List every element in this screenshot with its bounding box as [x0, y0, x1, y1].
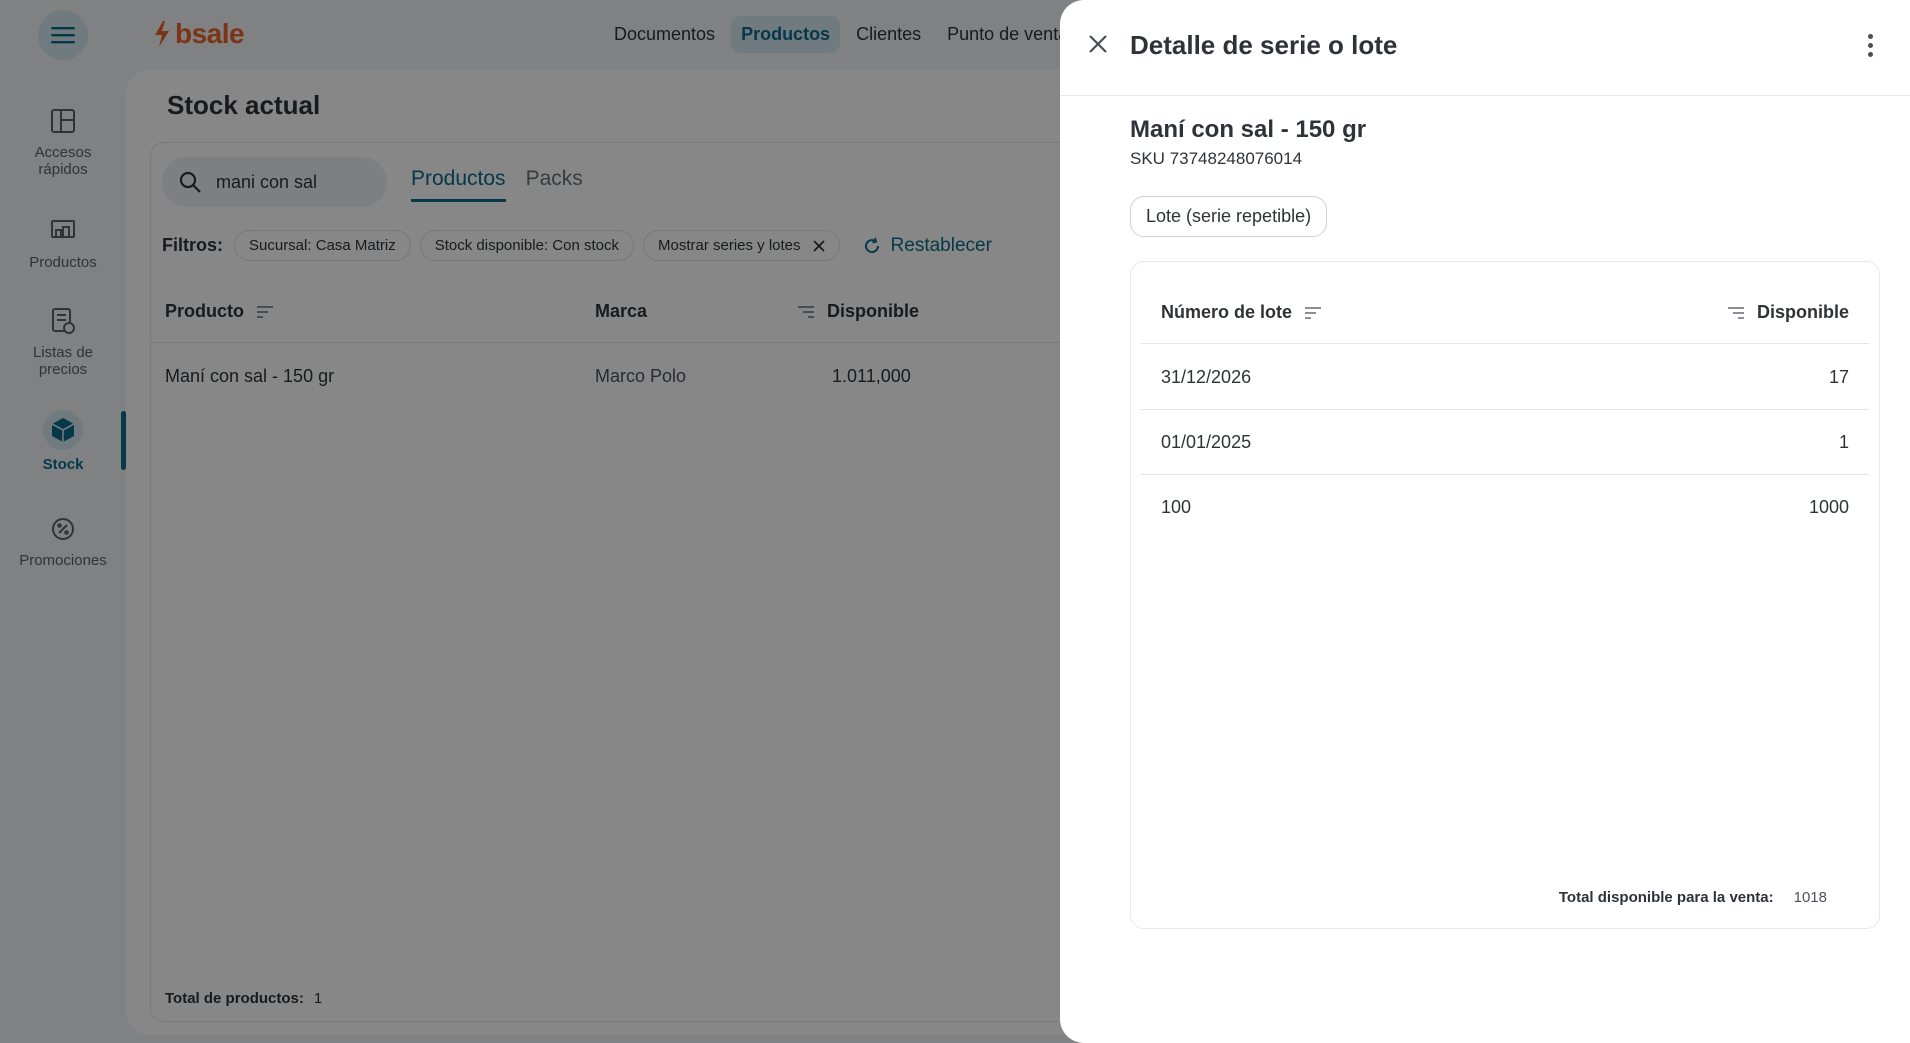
lot-number: 31/12/2026: [1161, 367, 1252, 387]
lot-number: 01/01/2025: [1161, 432, 1252, 452]
lot-table-card: Número de lote Disponible 31/12/2026 17 …: [1130, 261, 1880, 929]
lot-total-value: 1018: [1793, 889, 1827, 906]
lot-detail-drawer: Detalle de serie o lote Maní con sal - 1…: [1060, 0, 1910, 1043]
more-options-button[interactable]: [1860, 28, 1880, 62]
drawer-title: Detalle de serie o lote: [1130, 30, 1398, 60]
lot-total-label: Total disponible para la venta:: [1558, 889, 1774, 906]
lot-row: 100 1000: [1141, 475, 1869, 540]
lot-available: 1: [1838, 432, 1849, 452]
lot-row: 31/12/2026 17: [1141, 345, 1869, 410]
lot-number: 100: [1161, 497, 1192, 517]
column-numero-lote[interactable]: Número de lote: [1161, 302, 1322, 323]
lot-available: 1000: [1808, 497, 1849, 517]
product-name: Maní con sal - 150 gr: [1130, 116, 1367, 143]
product-sku: SKU 73748248076014: [1130, 149, 1303, 168]
lot-available: 17: [1828, 367, 1849, 387]
close-icon: [1089, 35, 1107, 53]
column-label: Número de lote: [1161, 302, 1293, 322]
sort-icon[interactable]: [1727, 306, 1745, 320]
kebab-dot: [1867, 42, 1873, 48]
lot-total: Total disponible para la venta: 1018: [1559, 889, 1827, 906]
column-label: Disponible: [1756, 302, 1849, 322]
lot-row: 01/01/2025 1: [1141, 410, 1869, 475]
column-disponible[interactable]: Disponible: [1727, 302, 1849, 323]
lot-table-header: Número de lote Disponible: [1141, 284, 1869, 344]
kebab-dot: [1867, 51, 1873, 57]
kebab-dot: [1867, 33, 1873, 39]
lot-type-chip: Lote (serie repetible): [1130, 196, 1328, 237]
sort-icon[interactable]: [1304, 306, 1322, 320]
drawer-header: Detalle de serie o lote: [1060, 0, 1910, 96]
close-drawer-button[interactable]: [1080, 26, 1116, 62]
